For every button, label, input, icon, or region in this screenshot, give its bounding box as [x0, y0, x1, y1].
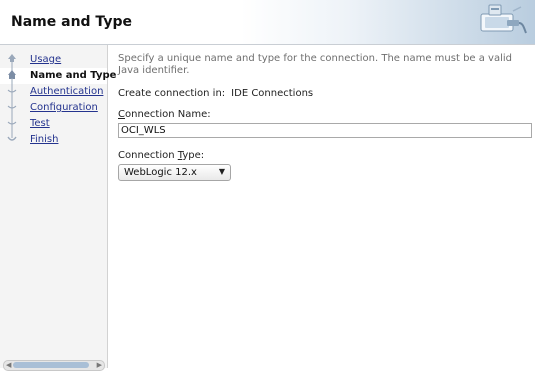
create-in-label: Create connection in: [118, 88, 226, 99]
page-title: Name and Type [11, 14, 132, 30]
step-label-authentication[interactable]: Authentication [30, 86, 103, 97]
step-end-icon [7, 126, 17, 141]
connection-type-label: Connection Type: [118, 150, 205, 161]
steps-horizontal-scrollbar[interactable]: ◀ ▶ [3, 360, 105, 371]
step-label-name-and-type[interactable]: Name and Type [30, 70, 116, 81]
wizard-header: Name and Type [0, 0, 535, 45]
left-arrow-icon[interactable]: ◀ [6, 360, 11, 370]
connection-name-label: Connection Name: [118, 109, 211, 120]
chevron-down-icon: ▼ [218, 167, 225, 176]
instructions-text: Specify a unique name and type for the c… [118, 53, 513, 76]
step-label-usage[interactable]: Usage [30, 54, 61, 65]
wizard-steps-panel: Usage Name and Type Authentication Confi… [0, 45, 116, 371]
scrollbar-thumb[interactable] [13, 362, 89, 368]
connection-type-select[interactable]: WebLogic 12.x ▼ [118, 164, 231, 181]
connection-type-value: WebLogic 12.x [124, 167, 197, 178]
create-in-value: IDE Connections [231, 88, 314, 99]
right-arrow-icon[interactable]: ▶ [97, 360, 102, 370]
connection-name-input[interactable] [118, 123, 532, 138]
step-finish[interactable]: Finish [0, 126, 107, 148]
step-label-finish[interactable]: Finish [30, 134, 58, 145]
step-label-configuration[interactable]: Configuration [30, 102, 98, 113]
connection-plug-icon [480, 4, 527, 34]
create-in-row: Create connection in: IDE Connections [118, 88, 313, 99]
step-label-test[interactable]: Test [30, 118, 50, 129]
